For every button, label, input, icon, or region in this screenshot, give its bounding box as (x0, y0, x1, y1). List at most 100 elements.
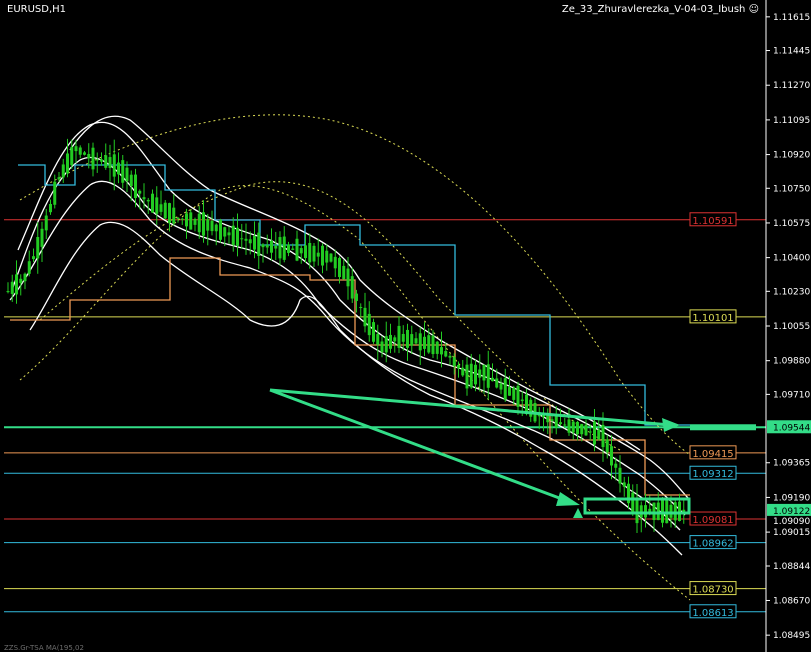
candle-body (185, 213, 188, 227)
levels-layer: 1.10591 1.10101 1.09415 1.09312 1.09081 1.089… (4, 212, 766, 619)
candle-body (19, 278, 23, 284)
candle-body (189, 212, 193, 230)
axis-tick-label: 1.09710 (773, 390, 810, 400)
candle-body (559, 422, 562, 425)
level-label-3: 1.09415 (689, 445, 737, 460)
candle-body (125, 167, 129, 182)
candle-body (452, 357, 456, 367)
candle-body (270, 240, 273, 253)
candle-body (121, 160, 125, 183)
axis-tick-label: 1.10920 (773, 151, 810, 161)
axis-tick-label: 1.10055 (773, 322, 810, 332)
candle-body (605, 439, 609, 453)
candle-body (576, 421, 579, 435)
svg-text:1.08730: 1.08730 (692, 585, 733, 596)
candle-body (236, 227, 239, 246)
svg-text:1.08962: 1.08962 (692, 539, 733, 550)
candle-body (427, 335, 431, 353)
candle-body (610, 446, 613, 466)
candle-body (299, 248, 303, 254)
candle-body (622, 482, 626, 487)
smiley-icon[interactable]: ☺ (749, 4, 759, 15)
candle-body (516, 385, 520, 407)
candle-body (287, 244, 290, 253)
candle-body (673, 502, 677, 521)
envelope-band-2 (11, 156, 686, 516)
candle-body (278, 237, 282, 259)
candle-body (231, 225, 235, 245)
bands-layer (9, 114, 691, 601)
candle-body (100, 159, 103, 162)
candle-body (372, 322, 375, 342)
candle-body (614, 463, 618, 468)
indicator-label: Ze_33_Zhuravlerezka_V-04-03_Ibush ☺ (562, 4, 759, 15)
candle-body (227, 232, 231, 236)
candle-body (478, 369, 482, 378)
candle-body (53, 181, 57, 205)
axis-tick-label: 1.09190 (773, 493, 810, 503)
candle-body (580, 423, 584, 435)
svg-text:1.08613: 1.08613 (692, 608, 733, 619)
candle-body (571, 421, 575, 433)
candle-body (397, 325, 401, 348)
candle-body (206, 219, 210, 231)
candle-body (486, 364, 490, 388)
candle-body (652, 502, 656, 521)
candle-body (168, 203, 171, 223)
candle-body (469, 363, 473, 388)
svg-text:1.09312: 1.09312 (692, 469, 733, 480)
price-axis[interactable]: 1.11615 1.11445 1.11270 1.11095 1.10920 1.107… (765, 0, 811, 652)
candle-body (389, 334, 392, 349)
trend-arrow-upper-head (662, 418, 680, 432)
axis-tick-label: 1.11270 (773, 81, 810, 91)
candle-body (520, 399, 524, 402)
candle-body (129, 174, 133, 186)
candle-body (406, 329, 409, 348)
candle-body (508, 387, 511, 396)
candle-body (295, 238, 299, 261)
candle-body (27, 261, 31, 274)
price-chart[interactable]: 1.10591 1.10101 1.09415 1.09312 1.09081 1.089… (0, 0, 811, 652)
candle-body (503, 378, 507, 400)
candle-body (380, 341, 384, 353)
candle-body (491, 377, 494, 382)
candle-body (40, 228, 44, 247)
candle-body (49, 203, 52, 213)
candle-body (669, 504, 673, 518)
candle-body (180, 218, 184, 220)
envelope-band-3 (9, 180, 681, 531)
candle-body (223, 227, 227, 237)
axis-tick-label: 1.11445 (773, 47, 810, 57)
candle-body (36, 237, 40, 259)
candle-body (61, 164, 65, 178)
candle-body (423, 336, 426, 349)
chart-window[interactable]: 1.10591 1.10101 1.09415 1.09312 1.09081 1.089… (0, 0, 811, 652)
candle-body (202, 212, 205, 236)
axis-tick-label: 1.10400 (773, 254, 810, 264)
candle-body (95, 159, 99, 161)
candle-body (282, 236, 286, 260)
candle-body (112, 154, 116, 177)
candle-body (214, 224, 218, 232)
candle-body (499, 383, 503, 390)
candle-body (355, 293, 358, 301)
candle-body (465, 364, 469, 389)
level-label-0: 1.10591 (689, 212, 737, 227)
candle-body (291, 248, 295, 250)
trend-arrow-upper (269, 388, 671, 427)
svg-text:1.10101: 1.10101 (692, 313, 733, 324)
candle-body (197, 213, 201, 233)
candle-body (410, 334, 414, 346)
candle-body (601, 424, 605, 448)
svg-text:1.09415: 1.09415 (692, 449, 733, 460)
candle-body (23, 273, 27, 282)
candle-body (635, 499, 639, 524)
candle-body (618, 467, 622, 484)
candle-body (338, 258, 341, 278)
candle-body (134, 174, 137, 199)
candle-body (550, 419, 554, 421)
candle-body (384, 336, 388, 353)
axis-tick-label: 1.10750 (773, 184, 810, 194)
candle-body (474, 364, 477, 385)
axis-tick-label: 1.09015 (773, 528, 810, 538)
